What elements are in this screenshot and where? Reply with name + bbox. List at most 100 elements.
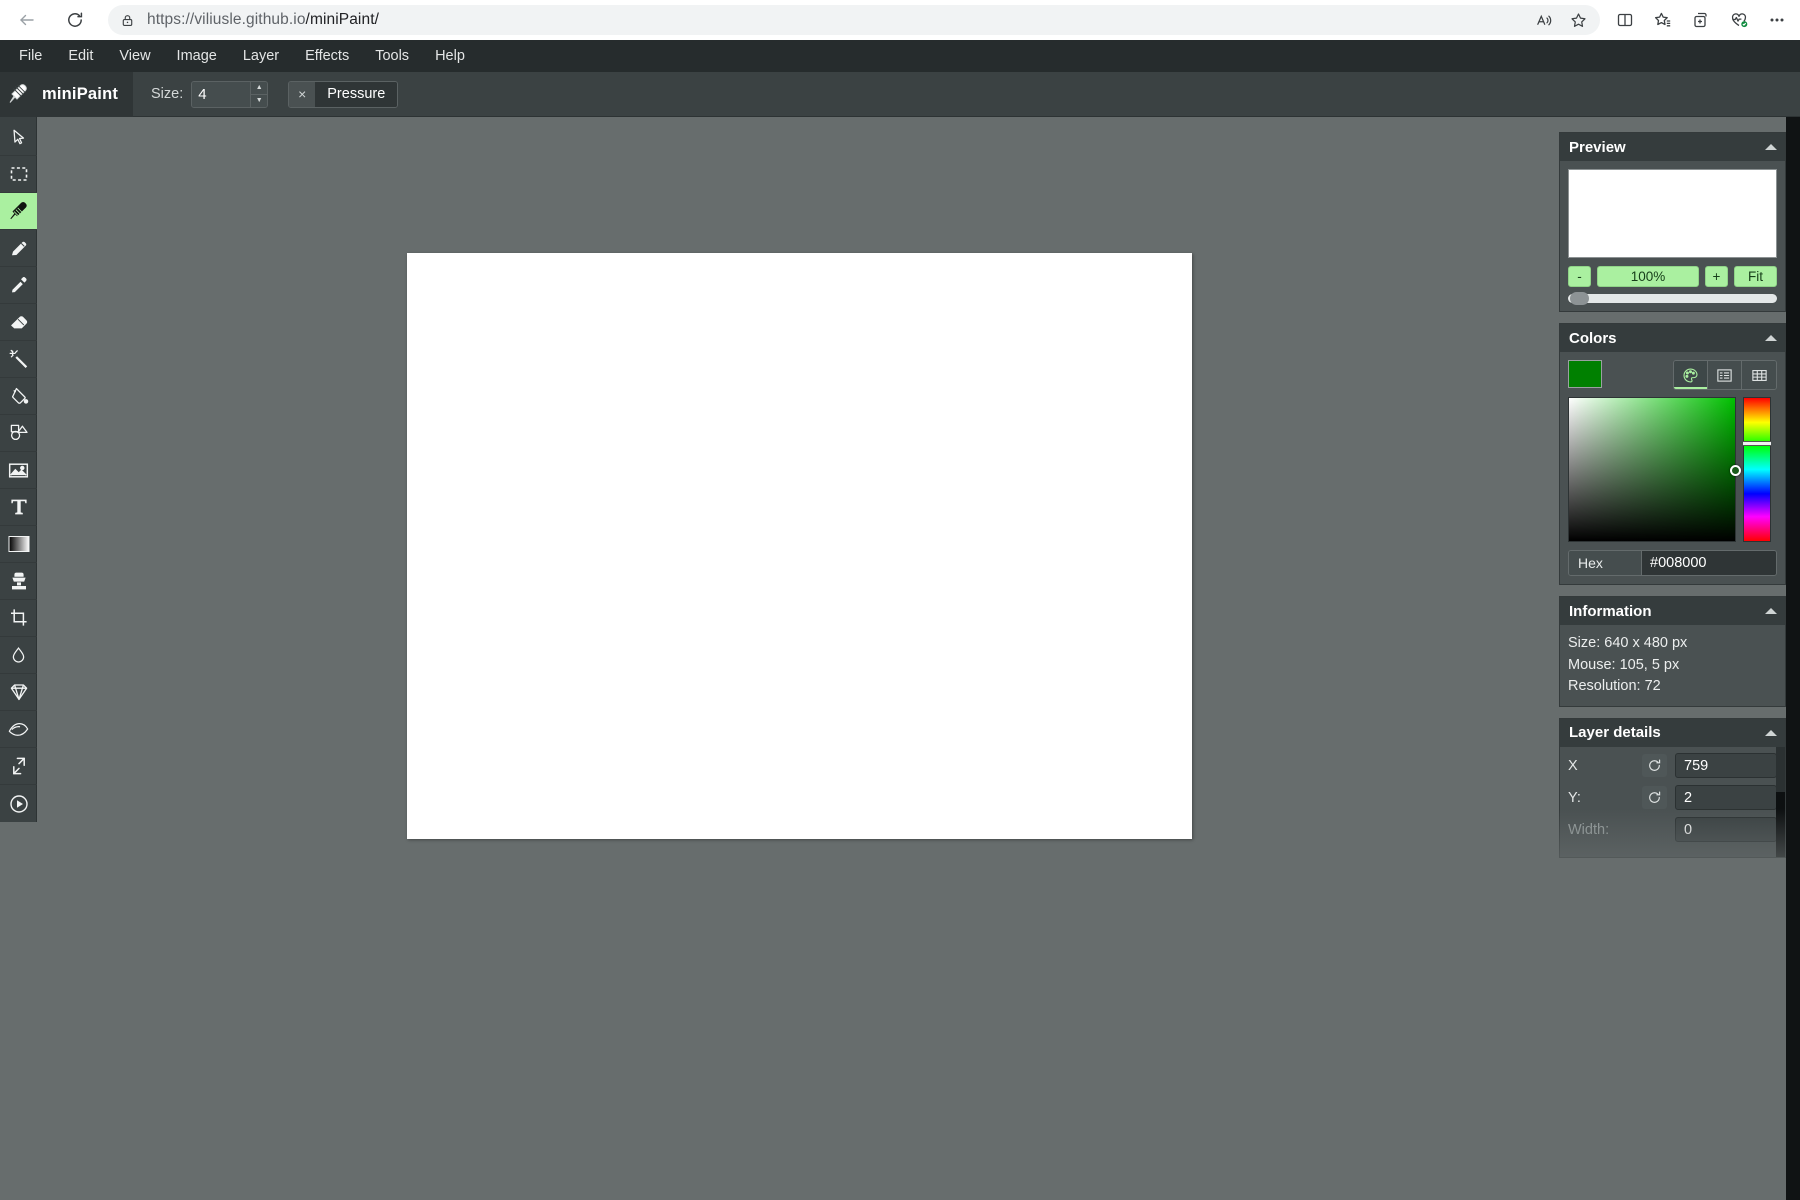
browser-action-icons [1606, 4, 1800, 36]
zoom-fit-button[interactable]: Fit [1734, 266, 1777, 287]
sharpen-tool[interactable] [0, 674, 37, 711]
layer-details-scrollbar[interactable] [1776, 746, 1785, 857]
layer-details-panel-header[interactable]: Layer details [1560, 718, 1785, 747]
clone-tool[interactable] [0, 563, 37, 600]
saturation-value-box[interactable] [1568, 397, 1741, 542]
preview-zoom-slider-handle[interactable] [1570, 292, 1589, 305]
add-to-favorites-icon[interactable] [1682, 4, 1720, 36]
layer-y-label: Y: [1568, 789, 1581, 806]
zoom-in-button[interactable]: + [1705, 266, 1728, 287]
app-title: miniPaint [42, 84, 119, 103]
resize-tool[interactable] [0, 748, 37, 785]
caret-up-icon[interactable] [1765, 144, 1777, 150]
paintbrush-logo-icon [6, 80, 34, 108]
hex-input-row[interactable]: Hex #008000 [1568, 550, 1777, 576]
pressure-label[interactable]: Pressure [315, 81, 398, 107]
hex-input[interactable]: #008000 [1641, 551, 1776, 575]
menu-item-edit[interactable]: Edit [55, 43, 106, 70]
text-tool[interactable] [0, 489, 37, 526]
size-input[interactable] [192, 81, 251, 107]
menu-item-tools[interactable]: Tools [362, 43, 422, 70]
app-header: miniPaint Size: ▲ ▼ × Pressure [0, 71, 1800, 117]
size-increment-button[interactable]: ▲ [251, 82, 268, 95]
menu-item-view[interactable]: View [106, 43, 163, 70]
brush-size-option: Size: ▲ ▼ [151, 80, 269, 108]
colors-panel-header[interactable]: Colors [1560, 324, 1785, 352]
shape-tool[interactable] [0, 415, 37, 452]
colors-panel-body: Hex #008000 [1560, 352, 1785, 584]
layer-details-panel-body: X 759 Y: 2 Width: 0 [1560, 746, 1785, 857]
menu-item-file[interactable]: File [6, 43, 55, 70]
url-text: https://viliusle.github.io/miniPaint/ [139, 11, 1528, 29]
zoom-level-button[interactable]: 100% [1597, 266, 1699, 287]
pressure-checkbox[interactable]: × [289, 81, 316, 107]
current-color-swatch[interactable] [1568, 360, 1602, 388]
settings-more-icon[interactable] [1758, 4, 1796, 36]
favorite-star-icon[interactable] [1562, 7, 1594, 33]
app-logo-block[interactable]: miniPaint [0, 71, 133, 117]
layer-width-input[interactable]: 0 [1675, 817, 1777, 842]
reload-icon[interactable] [56, 4, 94, 36]
gradient-tool[interactable] [0, 526, 37, 563]
preview-panel-header[interactable]: Preview [1560, 133, 1785, 161]
saturation-value-cursor[interactable] [1730, 465, 1741, 477]
color-picker-tool[interactable] [0, 267, 37, 304]
back-arrow-icon[interactable] [8, 4, 46, 36]
lock-icon [116, 13, 139, 28]
hue-slider-cursor[interactable] [1743, 440, 1771, 446]
grid-mode-button[interactable] [1742, 361, 1776, 389]
list-mode-button[interactable] [1708, 361, 1742, 389]
marquee-selection-tool[interactable] [0, 156, 37, 193]
size-spinner[interactable]: ▲ ▼ [250, 81, 268, 107]
layer-details-panel-title: Layer details [1569, 724, 1661, 741]
caret-up-icon[interactable] [1765, 335, 1777, 341]
read-aloud-icon[interactable] [1528, 7, 1560, 33]
colors-panel-title: Colors [1569, 329, 1617, 347]
eraser-tool[interactable] [0, 304, 37, 341]
layer-width-label: Width: [1568, 821, 1610, 838]
right-panel-column: Preview - 100% + Fit Colors Hex #008000 … [1545, 132, 1800, 939]
browser-essentials-icon[interactable] [1720, 4, 1758, 36]
caret-up-icon[interactable] [1765, 608, 1777, 614]
crop-tool[interactable] [0, 600, 37, 637]
refresh-icon[interactable] [1642, 786, 1667, 809]
preview-zoom-slider[interactable] [1568, 292, 1777, 305]
fill-tool[interactable] [0, 378, 37, 415]
preview-thumbnail[interactable] [1568, 169, 1777, 258]
size-decrement-button[interactable]: ▼ [251, 95, 267, 107]
select-tool[interactable] [0, 119, 37, 156]
app-menu-bar: File Edit View Image Layer Effects Tools… [0, 40, 1800, 72]
refresh-icon[interactable] [1642, 754, 1667, 777]
blur-tool[interactable] [0, 637, 37, 674]
split-screen-icon[interactable] [1606, 4, 1644, 36]
caret-up-icon[interactable] [1765, 729, 1777, 736]
magic-wand-tool[interactable] [0, 341, 37, 378]
bulge-pinch-tool[interactable] [0, 711, 37, 748]
brush-tool[interactable] [0, 193, 37, 230]
layer-y-input[interactable]: 2 [1675, 785, 1777, 810]
page-scrollbar[interactable] [1786, 117, 1800, 1200]
menu-item-layer[interactable]: Layer [230, 43, 292, 70]
menu-item-effects[interactable]: Effects [292, 43, 362, 70]
tool-options-bar: Size: ▲ ▼ × Pressure [133, 80, 399, 108]
layer-x-label: X [1568, 757, 1578, 774]
canvas-workspace[interactable] [37, 117, 1800, 1200]
drawing-canvas[interactable] [407, 253, 1192, 839]
menu-item-image[interactable]: Image [164, 43, 230, 70]
media-tool[interactable] [0, 452, 37, 489]
size-stepper[interactable]: ▲ ▼ [191, 80, 269, 108]
animation-tool[interactable] [0, 785, 37, 822]
layer-details-scrollbar-thumb[interactable] [1776, 746, 1785, 792]
address-bar[interactable]: https://viliusle.github.io/miniPaint/ [108, 5, 1600, 35]
menu-item-help[interactable]: Help [422, 43, 478, 70]
page-scrollbar-thumb[interactable] [1786, 117, 1800, 792]
hue-slider[interactable] [1743, 397, 1771, 542]
collections-icon[interactable] [1644, 4, 1682, 36]
palette-mode-button[interactable] [1674, 361, 1708, 389]
pencil-tool[interactable] [0, 230, 37, 267]
pressure-option[interactable]: × Pressure [288, 80, 399, 108]
layer-x-input[interactable]: 759 [1675, 753, 1777, 778]
information-panel-header[interactable]: Information [1560, 597, 1785, 625]
zoom-out-button[interactable]: - [1568, 266, 1591, 287]
url-path: /miniPaint/ [305, 11, 380, 28]
